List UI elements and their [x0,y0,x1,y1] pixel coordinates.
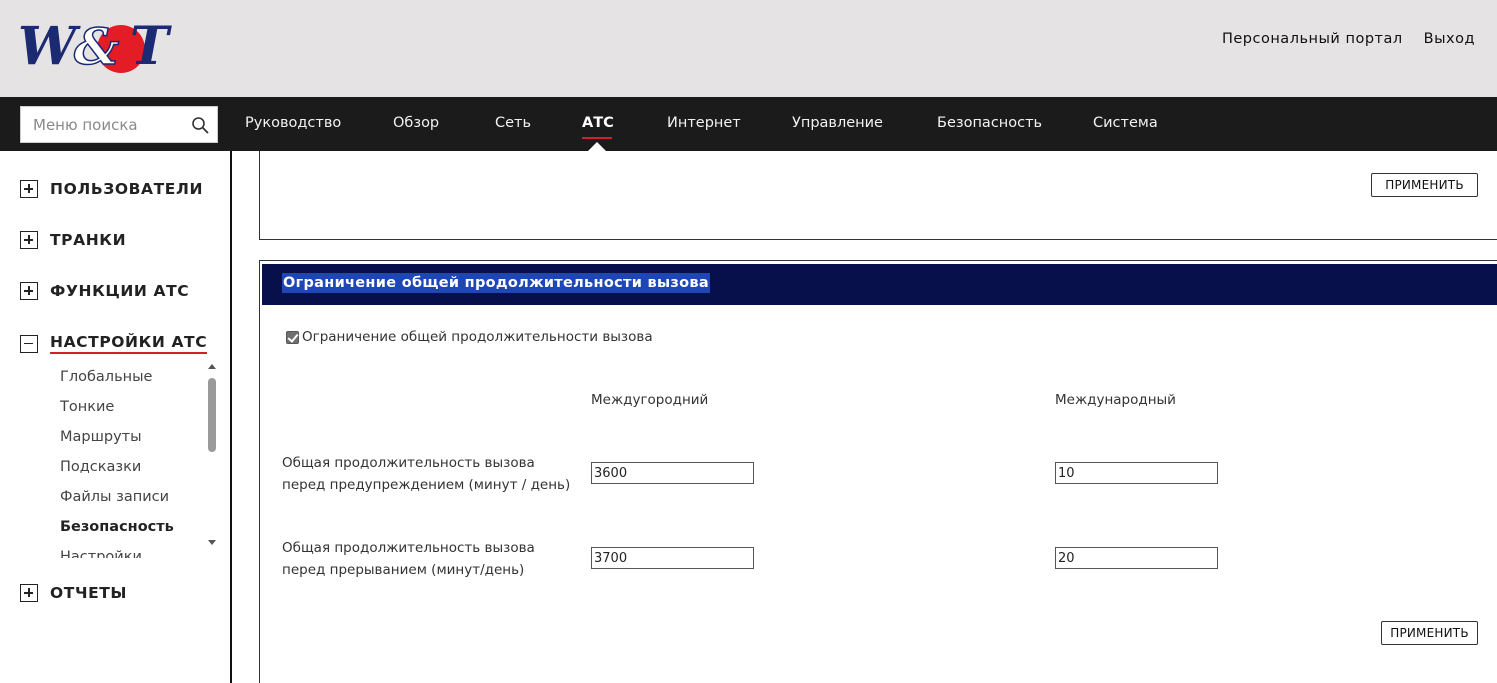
nav-security[interactable]: Безопасность [937,115,1042,131]
nav-guide[interactable]: Руководство [245,115,341,131]
column-header-international: Международный [1055,392,1176,408]
sidebar-section-label: НАСТРОЙКИ АТС [50,333,208,354]
sidebar-section-pbx-functions[interactable]: ФУНКЦИИ АТС [20,282,189,300]
scroll-thumb[interactable] [208,378,216,452]
nav-network[interactable]: Сеть [495,115,531,131]
cutoff-long-distance-input[interactable] [591,547,754,569]
submenu-item-security[interactable]: Безопасность [60,518,205,548]
warning-long-distance-input[interactable] [591,462,754,484]
warning-international-input[interactable] [1055,462,1218,484]
sidebar-section-label: ФУНКЦИИ АТС [50,282,190,300]
svg-text:W: W [18,16,81,76]
sidebar-section-label: ТРАНКИ [50,231,127,249]
panel-title: Ограничение общей продолжительности вызо… [282,273,710,293]
cutoff-international-input[interactable] [1055,547,1218,569]
sidebar-section-trunks[interactable]: ТРАНКИ [20,231,126,249]
nav-system[interactable]: Система [1093,115,1158,131]
top-header: W & T Персональный портал Выход [0,0,1497,97]
call-duration-limit-panel: Ограничение общей продолжительности вызо… [259,260,1497,683]
sidebar-section-reports[interactable]: ОТЧЕТЫ [20,584,127,602]
panel-header: Ограничение общей продолжительности вызо… [262,264,1497,305]
company-logo[interactable]: W & T [18,14,182,76]
active-nav-underline [582,137,612,139]
nav-pbx[interactable]: АТС [582,115,614,131]
svg-text:&: & [74,17,119,76]
collapse-icon [20,334,38,353]
sidebar-section-users[interactable]: ПОЛЬЗОВАТЕЛИ [20,180,203,198]
limit-enable-checkbox[interactable] [286,330,299,344]
cutoff-duration-label: Общая продолжительность вызова перед пре… [282,537,535,581]
submenu-item-settings[interactable]: Настройки [60,548,205,558]
apply-button-top[interactable]: ПРИМЕНИТЬ [1371,173,1478,197]
submenu-item-fine[interactable]: Тонкие [60,398,205,428]
limit-enable-label: Ограничение общей продолжительности вызо… [302,329,653,345]
nav-internet[interactable]: Интернет [667,115,741,131]
top-links: Персональный портал Выход [1222,31,1475,47]
apply-button[interactable]: ПРИМЕНИТЬ [1381,621,1478,645]
submenu-item-routes[interactable]: Маршруты [60,428,205,458]
expand-icon [20,231,38,249]
expand-icon [20,584,38,602]
column-header-long-distance: Междугородний [591,392,709,408]
menu-search [20,106,218,143]
logout-link[interactable]: Выход [1424,31,1475,47]
active-nav-caret [588,142,606,151]
scroll-up-arrow-icon[interactable] [208,364,216,369]
submenu-item-global[interactable]: Глобальные [60,368,205,398]
search-icon[interactable] [191,116,209,134]
nav-overview[interactable]: Обзор [393,115,439,131]
scroll-down-arrow-icon[interactable] [208,540,216,545]
submenu-item-recordings[interactable]: Файлы записи [60,488,205,518]
cutoff-label-line-2: перед прерыванием (минут/день) [282,562,525,578]
expand-icon [20,282,38,300]
menu-search-input[interactable] [21,107,191,142]
submenu-item-prompts[interactable]: Подсказки [60,458,205,488]
warning-duration-label: Общая продолжительность вызова перед пре… [282,452,570,496]
personal-portal-link[interactable]: Персональный портал [1222,31,1403,47]
svg-text:T: T [130,16,172,76]
limit-enable-row: Ограничение общей продолжительности вызо… [286,329,653,345]
sidebar-section-label: ОТЧЕТЫ [50,584,128,602]
nav-management[interactable]: Управление [792,115,883,131]
submenu-scrollbar[interactable] [205,361,219,556]
sidebar-divider [230,151,232,683]
cutoff-label-line-1: Общая продолжительность вызова [282,540,535,556]
sidebar-section-label: ПОЛЬЗОВАТЕЛИ [50,180,204,198]
expand-icon [20,180,38,198]
sidebar-section-pbx-settings[interactable]: НАСТРОЙКИ АТС [20,333,208,354]
previous-settings-panel: ПРИМЕНИТЬ [259,151,1497,240]
main-nav: Руководство Обзор Сеть АТС Интернет Упра… [0,97,1497,151]
warning-label-line-1: Общая продолжительность вызова [282,455,535,471]
pbx-settings-submenu: Глобальные Тонкие Маршруты Подсказки Фай… [60,368,205,558]
warning-label-line-2: перед предупреждением (минут / день) [282,477,571,493]
